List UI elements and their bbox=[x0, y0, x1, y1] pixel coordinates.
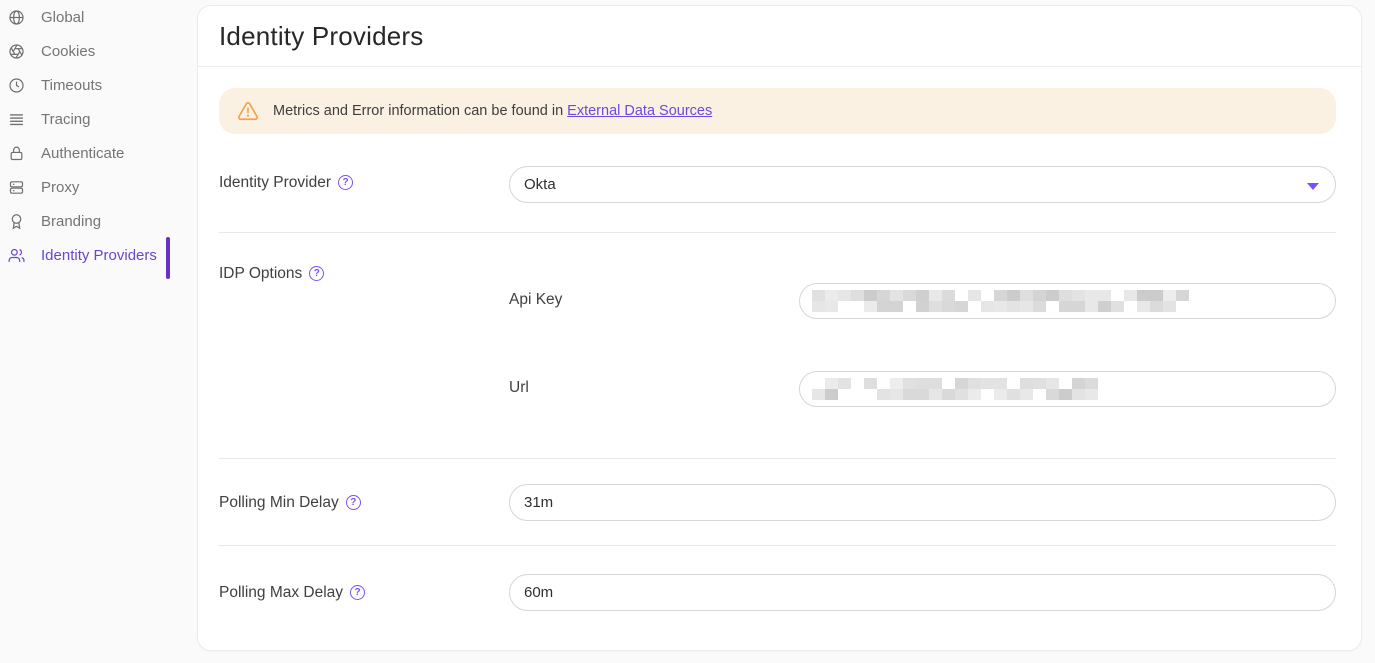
chevron-down-icon bbox=[1307, 183, 1319, 190]
banner-text-before-link: Metrics and Error information can be fou… bbox=[273, 103, 567, 119]
sidebar-item-timeouts[interactable]: Timeouts bbox=[0, 68, 197, 102]
redacted-value bbox=[812, 377, 1098, 401]
sidebar-item-branding[interactable]: Branding bbox=[0, 204, 197, 238]
warning-icon bbox=[237, 100, 259, 122]
polling-min-delay-input[interactable] bbox=[509, 484, 1336, 521]
url-input[interactable] bbox=[799, 371, 1336, 407]
sidebar-item-label: Global bbox=[41, 9, 84, 26]
polling-max-delay-row: Polling Max Delay ? bbox=[219, 574, 1336, 611]
sidebar-item-label: Identity Providers bbox=[41, 247, 157, 264]
idp-options-row: IDP Options ? Api Key Url bbox=[219, 265, 1336, 407]
identity-providers-panel: Identity Providers Metrics and Error inf… bbox=[197, 5, 1362, 651]
idp-options-fields: Api Key Url bbox=[509, 283, 1336, 407]
globe-icon bbox=[8, 9, 25, 26]
help-icon[interactable]: ? bbox=[346, 495, 361, 510]
sidebar-item-proxy[interactable]: Proxy bbox=[0, 170, 197, 204]
polling-min-delay-label: Polling Min Delay ? bbox=[219, 484, 509, 521]
active-item-indicator bbox=[166, 237, 170, 279]
page-title: Identity Providers bbox=[219, 21, 423, 52]
help-icon[interactable]: ? bbox=[309, 266, 324, 281]
help-icon[interactable]: ? bbox=[338, 175, 353, 190]
polling-min-delay-row: Polling Min Delay ? bbox=[219, 484, 1336, 521]
redacted-value bbox=[812, 289, 1189, 313]
api-key-input[interactable] bbox=[799, 283, 1336, 319]
divider bbox=[219, 458, 1336, 459]
api-key-label: Api Key bbox=[509, 283, 799, 319]
identity-provider-select[interactable]: Okta bbox=[509, 166, 1336, 203]
sidebar-item-label: Timeouts bbox=[41, 77, 102, 94]
server-icon bbox=[8, 179, 25, 196]
lines-icon bbox=[8, 111, 25, 128]
identity-provider-label: Identity Provider ? bbox=[219, 166, 509, 203]
sidebar-item-tracing[interactable]: Tracing bbox=[0, 102, 197, 136]
panel-header: Identity Providers bbox=[198, 6, 1361, 67]
panel-body: Metrics and Error information can be fou… bbox=[198, 67, 1361, 611]
divider bbox=[219, 232, 1336, 233]
sidebar-item-label: Authenticate bbox=[41, 145, 124, 162]
identity-provider-selected-value: Okta bbox=[524, 176, 556, 193]
sidebar-item-global[interactable]: Global bbox=[0, 0, 197, 34]
divider bbox=[219, 545, 1336, 546]
url-label: Url bbox=[509, 371, 799, 407]
api-key-row: Api Key bbox=[509, 283, 1336, 319]
sidebar-item-cookies[interactable]: Cookies bbox=[0, 34, 197, 68]
identity-provider-row: Identity Provider ? Okta bbox=[219, 166, 1336, 203]
clock-icon bbox=[8, 77, 25, 94]
url-row: Url bbox=[509, 371, 1336, 407]
external-data-sources-link[interactable]: External Data Sources bbox=[567, 103, 712, 119]
sidebar-item-label: Cookies bbox=[41, 43, 95, 60]
lock-icon bbox=[8, 145, 25, 162]
sidebar-item-label: Proxy bbox=[41, 179, 79, 196]
banner-text: Metrics and Error information can be fou… bbox=[273, 103, 712, 119]
settings-sidebar: Global Cookies Timeouts Tracing Authenti… bbox=[0, 0, 197, 663]
award-icon bbox=[8, 213, 25, 230]
idp-options-label: IDP Options ? bbox=[219, 265, 509, 407]
sidebar-item-label: Tracing bbox=[41, 111, 90, 128]
sidebar-item-label: Branding bbox=[41, 213, 101, 230]
help-icon[interactable]: ? bbox=[350, 585, 365, 600]
polling-max-delay-input[interactable] bbox=[509, 574, 1336, 611]
sidebar-item-authenticate[interactable]: Authenticate bbox=[0, 136, 197, 170]
info-banner: Metrics and Error information can be fou… bbox=[219, 88, 1336, 134]
polling-max-delay-label: Polling Max Delay ? bbox=[219, 574, 509, 611]
aperture-icon bbox=[8, 43, 25, 60]
users-icon bbox=[8, 247, 25, 264]
